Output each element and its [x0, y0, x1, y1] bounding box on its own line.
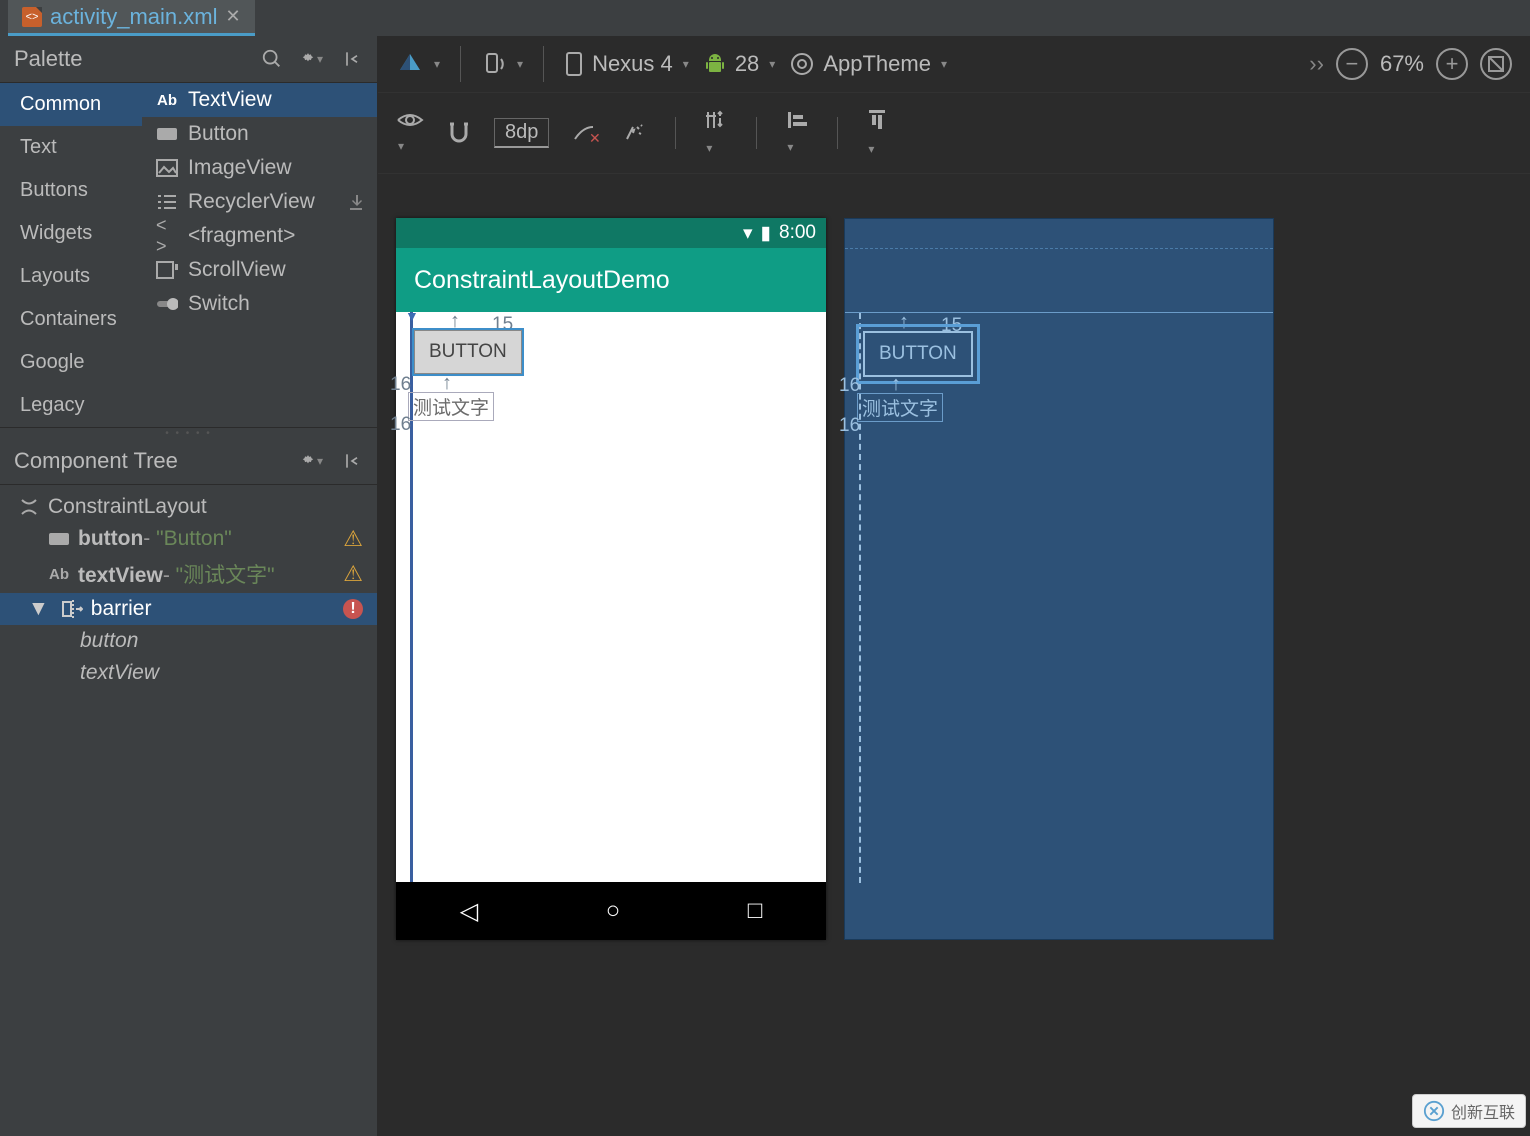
orientation-dropdown[interactable]: ▾: [481, 51, 523, 77]
fragment-icon: < >: [156, 225, 178, 247]
tree-node-button[interactable]: button- "Button" ⚠: [0, 523, 377, 555]
xml-file-icon: <>: [22, 7, 42, 27]
nav-recent-icon: □: [748, 897, 763, 925]
component-tree-header: Component Tree ▾: [0, 438, 377, 485]
panel-resize-grip[interactable]: • • • • •: [0, 428, 377, 438]
palette-item-fragment[interactable]: < > <fragment>: [142, 219, 377, 253]
nav-back-icon: ◁: [460, 897, 478, 926]
app-bar: ConstraintLayoutDemo: [396, 248, 826, 312]
collapse-icon[interactable]: [341, 450, 363, 472]
tree-node-barrier[interactable]: ▼ barrier !: [0, 593, 377, 625]
tree-node-barrier-child-textview[interactable]: textView: [0, 657, 377, 689]
pack-dropdown[interactable]: ▾: [866, 107, 888, 159]
file-tab[interactable]: <> activity_main.xml ✕: [8, 0, 255, 36]
nav-home-icon: ○: [606, 897, 621, 925]
barrier-icon: [61, 598, 83, 620]
palette-cat-common[interactable]: Common: [0, 83, 142, 126]
switch-icon: [156, 293, 178, 315]
gear-icon[interactable]: ▾: [301, 450, 323, 472]
palette-cat-widgets[interactable]: Widgets: [0, 212, 142, 255]
textview-icon: Ab: [156, 89, 178, 111]
tree-node-textview[interactable]: Ab textView- "测试文字" ⚠: [0, 555, 377, 593]
palette-cat-layouts[interactable]: Layouts: [0, 255, 142, 298]
textview-icon: Ab: [48, 563, 70, 585]
watermark: 创新互联: [1412, 1094, 1526, 1128]
zoom-out-button[interactable]: −: [1336, 48, 1368, 80]
battery-icon: ▮: [761, 222, 771, 245]
component-tree: ConstraintLayout button- "Button" ⚠ Ab t…: [0, 485, 377, 1136]
button-icon: [156, 123, 178, 145]
preview-textview-widget[interactable]: 测试文字: [408, 392, 494, 421]
margin-label-left2: 16: [390, 414, 411, 436]
blueprint-textview-widget[interactable]: 测试文字: [857, 393, 943, 422]
status-bar: ▾ ▮ 8:00: [396, 218, 826, 248]
blueprint-button-widget[interactable]: BUTTON: [863, 331, 973, 377]
design-toolbar-secondary: ▾ 8dp ✕ ▾ ▾: [378, 93, 1530, 174]
zoom-fit-button[interactable]: [1480, 48, 1512, 80]
palette-items: Ab TextView Button ImageView RecyclerVie…: [142, 83, 377, 427]
palette-cat-google[interactable]: Google: [0, 341, 142, 384]
palette-item-button[interactable]: Button: [142, 117, 377, 151]
default-margin-input[interactable]: 8dp: [494, 118, 549, 148]
device-dropdown[interactable]: Nexus 4 ▾: [564, 50, 689, 78]
palette-item-scrollview[interactable]: ScrollView: [142, 253, 377, 287]
tree-node-constraintlayout[interactable]: ConstraintLayout: [0, 491, 377, 523]
more-icon[interactable]: ››: [1309, 51, 1324, 77]
palette-item-imageview[interactable]: ImageView: [142, 151, 377, 185]
zoom-in-button[interactable]: +: [1436, 48, 1468, 80]
nav-bar: ◁ ○ □: [396, 882, 826, 940]
view-options-dropdown[interactable]: ▾: [396, 110, 424, 156]
preview-button-widget[interactable]: BUTTON: [414, 330, 522, 374]
bp-margin-left2: 16: [839, 415, 860, 437]
design-surface-dropdown[interactable]: ▾: [396, 50, 440, 78]
magnet-icon[interactable]: [446, 120, 472, 146]
palette-categories: Common Text Buttons Widgets Layouts Cont…: [0, 83, 142, 427]
palette-header: Palette ▾: [0, 36, 377, 83]
blueprint-preview[interactable]: ↑ 15 BUTTON 16 ↑ 测试文字 16: [844, 218, 1274, 940]
button-icon: [48, 528, 70, 550]
collapse-icon[interactable]: [341, 48, 363, 70]
download-icon[interactable]: [347, 193, 365, 211]
warning-icon[interactable]: ⚠: [343, 561, 363, 587]
palette-cat-buttons[interactable]: Buttons: [0, 169, 142, 212]
recyclerview-icon: [156, 191, 178, 213]
wifi-icon: ▾: [743, 222, 753, 245]
constraintlayout-icon: [18, 496, 40, 518]
warning-icon[interactable]: ⚠: [343, 526, 363, 552]
close-icon[interactable]: ✕: [225, 6, 240, 27]
tree-node-barrier-child-button[interactable]: button: [0, 625, 377, 657]
error-icon[interactable]: !: [343, 599, 363, 619]
tab-filename: activity_main.xml: [50, 4, 217, 30]
theme-dropdown[interactable]: AppTheme ▾: [789, 51, 947, 77]
palette-item-switch[interactable]: Switch: [142, 287, 377, 321]
palette-cat-text[interactable]: Text: [0, 126, 142, 169]
design-preview[interactable]: ▾ ▮ 8:00 ConstraintLayoutDemo ↑ 15 BUTTO…: [396, 218, 826, 940]
gear-icon[interactable]: ▾: [301, 48, 323, 70]
api-dropdown[interactable]: 28 ▾: [703, 51, 776, 77]
component-tree-title: Component Tree: [14, 448, 178, 474]
svg-text:✕: ✕: [589, 130, 599, 145]
clear-constraints-icon[interactable]: ✕: [571, 121, 599, 145]
app-title: ConstraintLayoutDemo: [414, 266, 670, 295]
expand-icon[interactable]: ▼: [28, 597, 49, 621]
palette-item-recyclerview[interactable]: RecyclerView: [142, 185, 377, 219]
search-icon[interactable]: [261, 48, 283, 70]
palette-cat-legacy[interactable]: Legacy: [0, 384, 142, 427]
guidelines-dropdown[interactable]: ▾: [704, 108, 728, 158]
design-toolbar-main: ▾ ▾ Nexus 4 ▾ 28 ▾ AppTheme ▾: [378, 36, 1530, 93]
status-time: 8:00: [779, 222, 816, 244]
palette-title: Palette: [14, 46, 83, 72]
scrollview-icon: [156, 259, 178, 281]
infer-constraints-icon[interactable]: [621, 121, 647, 145]
zoom-level: 67%: [1380, 51, 1424, 77]
align-dropdown[interactable]: ▾: [785, 109, 809, 157]
palette-item-textview[interactable]: Ab TextView: [142, 83, 377, 117]
palette-cat-containers[interactable]: Containers: [0, 298, 142, 341]
imageview-icon: [156, 157, 178, 179]
